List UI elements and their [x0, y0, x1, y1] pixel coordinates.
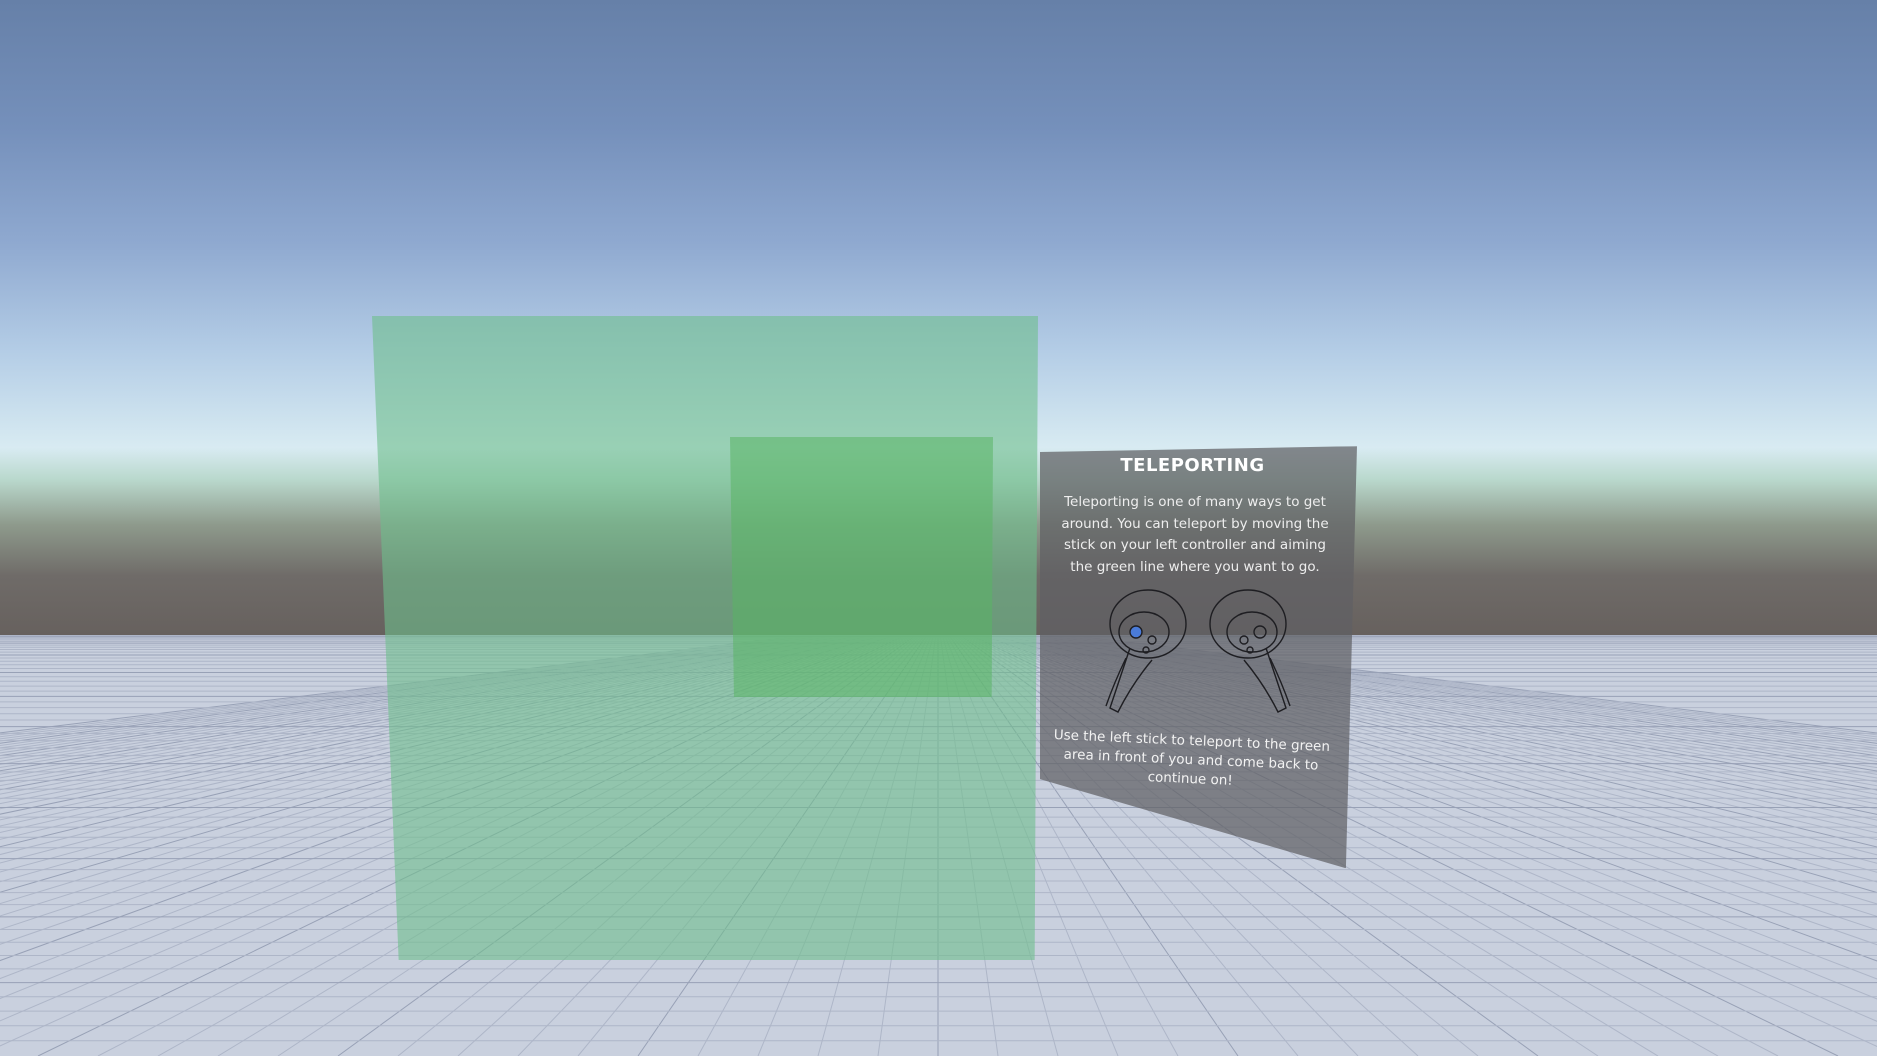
teleport-area-inner[interactable] [730, 437, 993, 697]
panel-title: TELEPORTING [1120, 455, 1265, 476]
right-controller-icon [1209, 589, 1291, 713]
left-controller-icon [1105, 589, 1187, 713]
vr-scene: TELEPORTING Teleporting is one of many w… [0, 0, 1877, 1056]
controllers-illustration [1105, 589, 1291, 713]
panel-body-text: Teleporting is one of many ways to get a… [1061, 494, 1329, 575]
